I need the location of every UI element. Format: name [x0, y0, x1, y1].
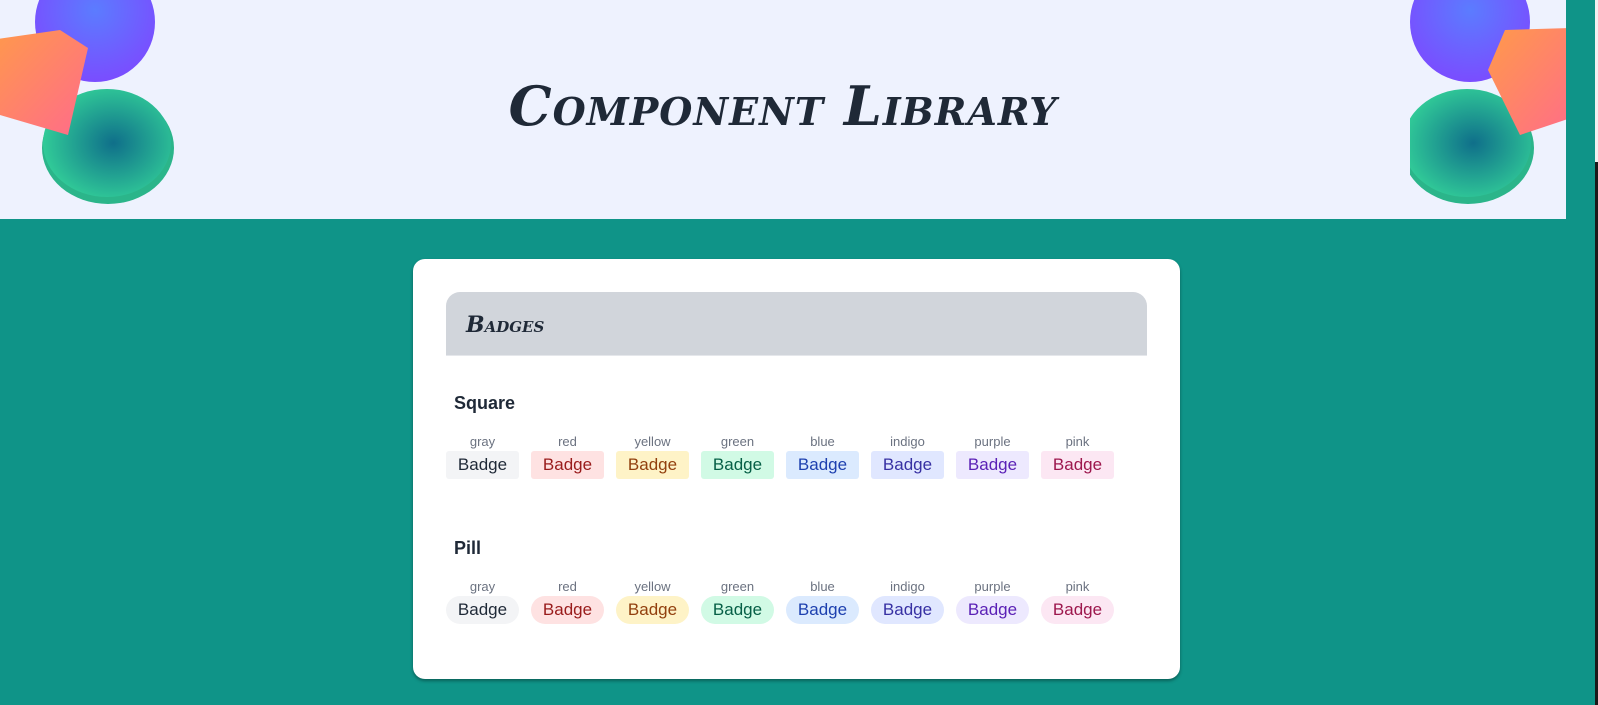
badge-caption: red [558, 434, 577, 449]
badge-caption: green [720, 579, 755, 594]
badge-purple: Badge [956, 596, 1029, 624]
badge-indigo: Badge [871, 451, 944, 479]
badge-item-green: green Badge [701, 433, 774, 479]
badge-pink: Badge [1041, 451, 1114, 479]
section-title: Pill [454, 538, 482, 558]
badge-item-red: red Badge [531, 578, 604, 624]
badge-green: Badge [701, 451, 774, 479]
badge-caption: gray [469, 434, 496, 449]
section-title: Square [454, 393, 516, 413]
badge-caption: yellow [634, 434, 671, 449]
badge-item-indigo: indigo Badge [871, 578, 944, 624]
badge-item-indigo: indigo Badge [871, 433, 944, 479]
badge-yellow: Badge [616, 451, 689, 479]
badge-item-yellow: yellow Badge [616, 433, 689, 479]
badge-item-gray: gray Badge [446, 578, 519, 624]
badge-caption: blue [810, 434, 835, 449]
badge-item-purple: purple Badge [956, 578, 1029, 624]
badge-caption: indigo [890, 434, 925, 449]
badge-caption: purple [974, 579, 1011, 594]
page-gutter [1566, 0, 1598, 705]
badge-item-yellow: yellow Badge [616, 578, 689, 624]
badge-gray: Badge [446, 451, 519, 479]
badge-row-pill: gray Badge red Badge yellow Badge green … [446, 578, 1114, 624]
badge-red: Badge [531, 451, 604, 479]
badge-item-blue: blue Badge [786, 433, 859, 479]
badge-blue: Badge [786, 596, 859, 624]
badge-caption: green [720, 434, 755, 449]
badge-caption: blue [810, 579, 835, 594]
badge-caption: gray [469, 579, 496, 594]
badge-item-blue: blue Badge [786, 578, 859, 624]
badge-indigo: Badge [871, 596, 944, 624]
page-title: Component Library [508, 74, 1058, 138]
card-title: Badges [466, 312, 545, 338]
badge-item-pink: pink Badge [1041, 578, 1114, 624]
badge-pink: Badge [1041, 596, 1114, 624]
badge-caption: indigo [890, 579, 925, 594]
badge-caption: pink [1065, 579, 1090, 594]
header-banner: Component Library [0, 0, 1566, 219]
badge-green: Badge [701, 596, 774, 624]
badge-caption: pink [1065, 434, 1090, 449]
badges-card: Badges Square gray Badge red Badge yello… [413, 259, 1180, 679]
badge-item-pink: pink Badge [1041, 433, 1114, 479]
badge-yellow: Badge [616, 596, 689, 624]
badge-item-gray: gray Badge [446, 433, 519, 479]
badge-item-purple: purple Badge [956, 433, 1029, 479]
badge-red: Badge [531, 596, 604, 624]
card-header: Badges [446, 292, 1147, 356]
badge-item-green: green Badge [701, 578, 774, 624]
badge-blue: Badge [786, 451, 859, 479]
badge-gray: Badge [446, 596, 519, 624]
badge-item-red: red Badge [531, 433, 604, 479]
badge-caption: yellow [634, 579, 671, 594]
badge-caption: purple [974, 434, 1011, 449]
badge-purple: Badge [956, 451, 1029, 479]
badge-row-square: gray Badge red Badge yellow Badge green … [446, 433, 1114, 479]
badge-caption: red [558, 579, 577, 594]
